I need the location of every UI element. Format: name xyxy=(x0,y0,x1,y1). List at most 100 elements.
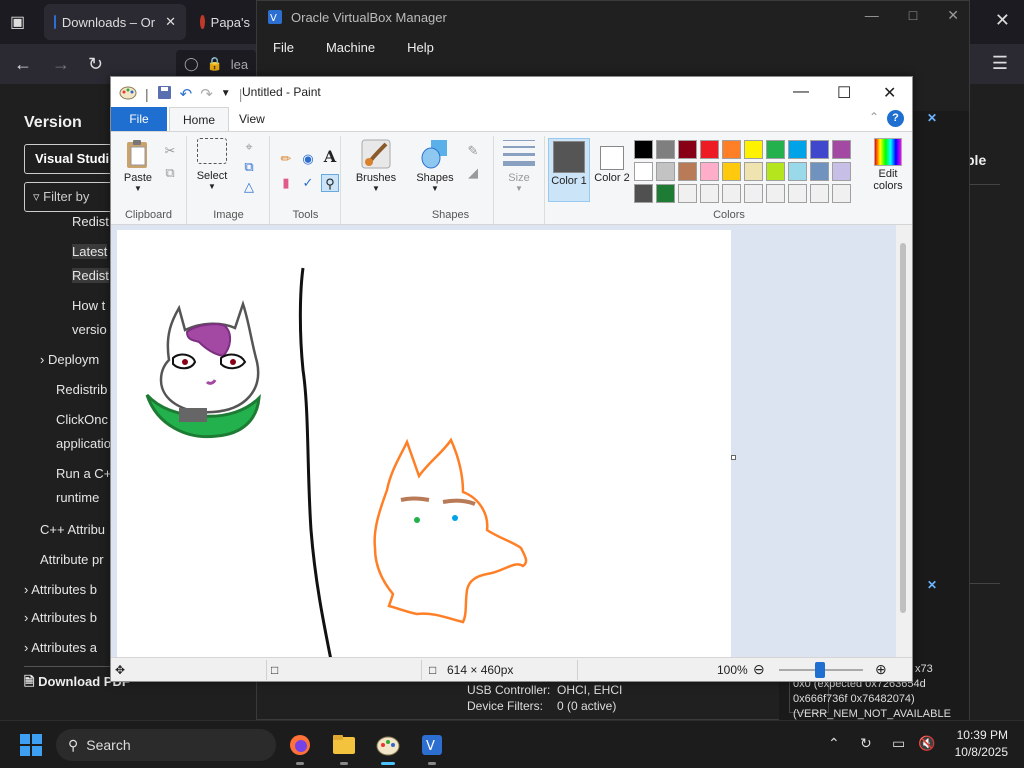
palette-swatch[interactable] xyxy=(722,162,741,181)
back-icon[interactable]: ← xyxy=(14,54,32,75)
toc-item[interactable]: Redist xyxy=(72,214,109,229)
expand-icon[interactable]: › xyxy=(40,352,48,367)
paste-button[interactable]: Paste ▼ xyxy=(119,138,157,193)
maximize-icon[interactable]: □ xyxy=(909,7,917,24)
tab-view[interactable]: View xyxy=(226,107,278,131)
maximize-icon[interactable]: ☐ xyxy=(837,83,851,103)
palette-swatch[interactable] xyxy=(810,162,829,181)
text-tool-icon[interactable]: A xyxy=(321,148,339,166)
palette-swatch[interactable] xyxy=(832,184,851,203)
color2-button[interactable]: Color 2 xyxy=(592,138,632,202)
menu-file[interactable]: File xyxy=(257,33,310,63)
palette-swatch[interactable] xyxy=(678,140,697,159)
dismiss-icon[interactable]: ✕ xyxy=(927,578,937,592)
undo-icon[interactable]: ↶ xyxy=(180,85,193,103)
show-hidden-icons[interactable]: ⌃ xyxy=(828,735,840,752)
menu-machine[interactable]: Machine xyxy=(310,33,391,63)
browser-tab-papas[interactable]: Papa's xyxy=(190,4,260,40)
collapse-ribbon-icon[interactable]: ⌃ xyxy=(869,110,879,127)
palette-swatch[interactable] xyxy=(766,162,785,181)
browser-tab-downloads[interactable]: Downloads – Or ✕ xyxy=(44,4,186,40)
help-icon[interactable]: ? xyxy=(887,110,904,127)
palette-swatch[interactable] xyxy=(744,162,763,181)
cut-icon[interactable]: ✂ xyxy=(161,142,179,160)
palette-swatch[interactable] xyxy=(634,162,653,181)
palette-swatch[interactable] xyxy=(766,140,785,159)
customize-toolbar-icon[interactable]: ▼ xyxy=(221,88,231,99)
palette-swatch[interactable] xyxy=(810,184,829,203)
palette-swatch[interactable] xyxy=(832,140,851,159)
network-icon[interactable]: ▭ xyxy=(892,735,905,752)
paint-app[interactable] xyxy=(372,729,404,765)
toc-item[interactable]: Latest xyxy=(72,244,108,259)
palette-swatch[interactable] xyxy=(656,162,675,181)
toc-item[interactable]: › Deploym xyxy=(40,352,99,367)
crop-icon[interactable]: ⌖ xyxy=(240,138,258,156)
color1-button[interactable]: Color 1 xyxy=(548,138,590,202)
firefox-app[interactable] xyxy=(284,729,316,765)
toc-item[interactable]: versio xyxy=(72,322,107,337)
menu-help[interactable]: Help xyxy=(391,33,450,63)
copy-icon[interactable]: ⧉ xyxy=(161,164,179,182)
dismiss-icon[interactable]: ✕ xyxy=(927,111,937,125)
rotate-icon[interactable]: △ xyxy=(240,178,258,196)
virtualbox-app[interactable]: V xyxy=(416,729,448,765)
palette-swatch[interactable] xyxy=(700,162,719,181)
palette-swatch[interactable] xyxy=(700,140,719,159)
brushes-button[interactable]: Brushes ▼ xyxy=(352,138,400,193)
filter-input[interactable]: ▿ Filter by xyxy=(24,182,124,212)
shapes-button[interactable]: Shapes ▼ xyxy=(412,138,458,193)
palette-swatch[interactable] xyxy=(634,184,653,203)
palette-swatch[interactable] xyxy=(678,162,697,181)
start-button[interactable] xyxy=(20,734,42,756)
minimize-icon[interactable]: — xyxy=(793,83,809,101)
palette-swatch[interactable] xyxy=(634,140,653,159)
palette-swatch[interactable] xyxy=(766,184,785,203)
magnifier-icon[interactable]: ⚲ xyxy=(321,174,339,192)
version-select[interactable]: Visual Studi xyxy=(24,144,124,174)
sync-icon[interactable]: ↻ xyxy=(860,735,872,752)
palette-swatch[interactable] xyxy=(722,184,741,203)
tab-list-icon[interactable]: ▣ xyxy=(10,12,30,32)
vertical-scrollbar[interactable] xyxy=(896,225,912,657)
fill-icon[interactable]: ◉ xyxy=(299,150,317,168)
minimize-icon[interactable]: — xyxy=(865,7,879,24)
menu-icon[interactable]: ☰ xyxy=(992,53,1008,74)
palette-swatch[interactable] xyxy=(788,140,807,159)
palette-swatch[interactable] xyxy=(656,140,675,159)
toc-item[interactable]: How t xyxy=(72,298,105,313)
toc-item[interactable]: Redistrib xyxy=(56,382,107,397)
scrollbar-thumb[interactable] xyxy=(900,243,906,613)
resize-handle[interactable] xyxy=(731,455,736,460)
palette-swatch[interactable] xyxy=(656,184,675,203)
toc-item[interactable]: › Attributes b xyxy=(24,610,97,625)
fill-shape-icon[interactable]: ◢ xyxy=(464,164,482,182)
color-picker-icon[interactable]: ✓ xyxy=(299,174,317,192)
reload-icon[interactable]: ↻ xyxy=(88,54,103,75)
drawing-canvas[interactable] xyxy=(117,230,731,657)
redo-icon[interactable]: ↷ xyxy=(200,85,213,103)
palette-swatch[interactable] xyxy=(744,140,763,159)
clock[interactable]: 10:39 PM 10/8/2025 xyxy=(955,727,1008,761)
toc-item[interactable]: Attribute pr xyxy=(40,552,104,567)
palette-swatch[interactable] xyxy=(788,184,807,203)
toc-item[interactable]: › Attributes b xyxy=(24,582,97,597)
palette-swatch[interactable] xyxy=(678,184,697,203)
close-tab-icon[interactable]: ✕ xyxy=(165,14,176,30)
zoom-out-icon[interactable]: ⊖ xyxy=(753,661,765,678)
edit-colors-button[interactable]: Edit colors xyxy=(866,138,910,202)
toc-item[interactable]: applicatio xyxy=(56,436,111,451)
zoom-in-icon[interactable]: ⊕ xyxy=(875,661,887,678)
palette-swatch[interactable] xyxy=(744,184,763,203)
close-browser-icon[interactable]: ✕ xyxy=(995,10,1010,31)
toc-item[interactable]: ClickOnc xyxy=(56,412,108,427)
palette-swatch[interactable] xyxy=(700,184,719,203)
size-button[interactable]: Size ▼ xyxy=(499,140,539,193)
file-tab[interactable]: File xyxy=(111,107,167,131)
toc-item[interactable]: Redist xyxy=(72,268,109,283)
zoom-slider-thumb[interactable] xyxy=(815,662,825,678)
address-bar[interactable]: ◯ 🔒 lea xyxy=(176,50,256,78)
toc-item[interactable]: C++ Attribu xyxy=(40,522,105,537)
eraser-icon[interactable]: ▮ xyxy=(277,174,295,192)
toc-item[interactable]: runtime xyxy=(56,490,99,505)
